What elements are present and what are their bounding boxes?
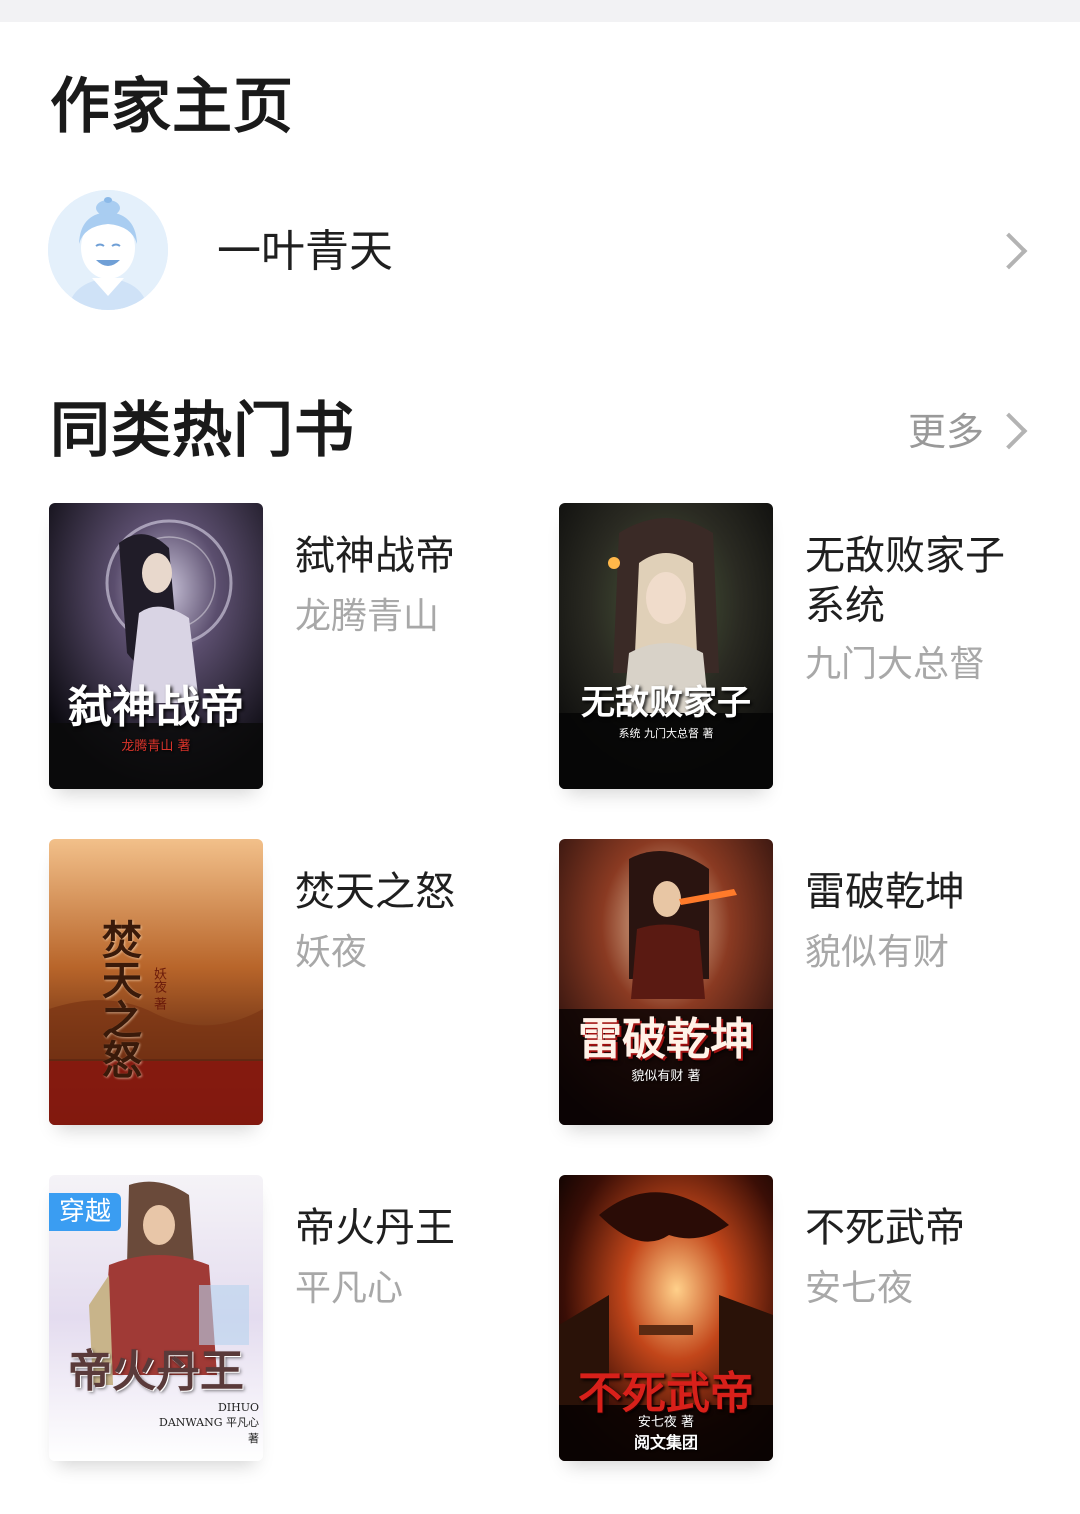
book-cover[interactable]: 焚天之怒 妖夜 著 (49, 839, 263, 1125)
book-card[interactable]: 无敌败家子 系统 九门大总督 著 无敌败家子系统 九门大总督 (559, 503, 1059, 803)
cover-title: 无敌败家子 (581, 683, 751, 723)
cover-author: 安七夜 著 (637, 1415, 695, 1430)
more-label: 更多 (908, 410, 985, 454)
cover-title: 焚天之怒 (95, 919, 142, 1079)
cover-tag: 穿越 (49, 1193, 122, 1231)
cover-title: 雷破乾坤 (578, 1014, 754, 1065)
cover-author: 系统 九门大总督 著 (618, 727, 714, 740)
book-cover[interactable]: 不死武帝 安七夜 著 阅文集团 (559, 1175, 773, 1461)
cover-title: 帝火丹王 (68, 1346, 244, 1397)
book-cover[interactable]: 雷破乾坤 貌似有财 著 (559, 839, 773, 1125)
chevron-right-icon (990, 412, 1028, 450)
book-card[interactable]: 穿越 帝火丹王 DIHUO DANWANG 平凡心 著 帝火丹王 平凡心 (49, 1175, 549, 1475)
book-card[interactable]: 雷破乾坤 貌似有财 著 雷破乾坤 貌似有财 (559, 839, 1059, 1139)
book-author: 九门大总督 (805, 644, 986, 685)
book-author: 貌似有财 (805, 932, 950, 973)
cover-art (559, 503, 773, 789)
book-cover[interactable]: 弑神战帝 龙腾青山 著 (49, 503, 263, 789)
author-section-title: 作家主页 (50, 72, 294, 142)
author-name: 一叶青天 (217, 226, 393, 277)
cover-author: 龙腾青山 著 (121, 739, 191, 754)
cover-publisher: 阅文集团 (633, 1433, 698, 1452)
cover-title: 弑神战帝 (68, 682, 244, 733)
book-author: 安七夜 (805, 1268, 914, 1309)
more-button[interactable]: 更多 (900, 404, 1040, 460)
author-row[interactable]: 一叶青天 (0, 180, 1080, 320)
book-cover[interactable]: 穿越 帝火丹王 DIHUO DANWANG 平凡心 著 (49, 1175, 263, 1461)
book-title: 雷破乾坤 (805, 869, 965, 915)
hot-books-title: 同类热门书 (50, 396, 355, 466)
book-author: 妖夜 (295, 932, 368, 973)
book-card[interactable]: 弑神战帝 龙腾青山 著 弑神战帝 龙腾青山 (49, 503, 549, 803)
top-divider (0, 0, 1080, 22)
book-author: 平凡心 (295, 1268, 404, 1309)
book-title: 弑神战帝 (295, 533, 455, 579)
book-card[interactable]: 不死武帝 安七夜 著 阅文集团 不死武帝 安七夜 (559, 1175, 1059, 1475)
book-title: 不死武帝 (805, 1205, 965, 1251)
cover-author: DIHUO DANWANG 平凡心 著 (159, 1401, 259, 1445)
book-title: 焚天之怒 (295, 869, 455, 915)
cover-author: 貌似有财 著 (631, 1069, 701, 1084)
book-author: 龙腾青山 (295, 596, 440, 637)
book-title: 无敌败家子系统 (805, 533, 1005, 629)
book-cover[interactable]: 无敌败家子 系统 九门大总督 著 (559, 503, 773, 789)
avatar-illustration-icon (48, 190, 168, 310)
cover-author: 妖夜 著 (151, 967, 166, 1011)
author-avatar[interactable] (48, 190, 168, 310)
book-title: 帝火丹王 (295, 1205, 455, 1251)
chevron-right-icon (990, 232, 1028, 270)
book-card[interactable]: 焚天之怒 妖夜 著 焚天之怒 妖夜 (49, 839, 549, 1139)
